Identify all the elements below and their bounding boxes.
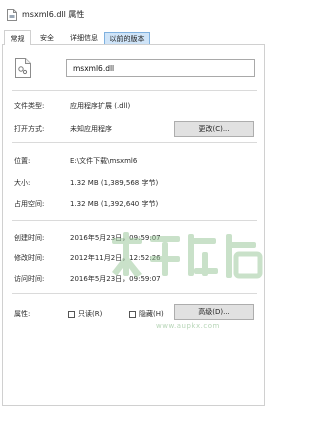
size-on-disk-value: 1.32 MB (1,392,640 字节) <box>70 200 159 208</box>
advanced-button[interactable]: 高级(D)... <box>174 304 254 320</box>
location-value: E:\文件下载\msxml6 <box>70 157 138 165</box>
modified-label: 修改时间: <box>14 254 45 262</box>
hidden-checkbox-box[interactable] <box>129 310 136 318</box>
watermark-site: www.aupkx.com <box>156 322 220 330</box>
size-on-disk-label: 占用空间: <box>14 200 45 208</box>
readonly-checkbox[interactable]: 只读(R) <box>68 309 102 319</box>
file-type-value: 应用程序扩展 (.dll) <box>70 102 131 110</box>
divider <box>12 142 257 143</box>
size-label: 大小: <box>14 179 31 187</box>
hidden-checkbox[interactable]: 隐藏(H) <box>129 309 164 319</box>
watermark-logo <box>112 232 263 279</box>
change-button[interactable]: 更改(C)... <box>174 121 254 137</box>
title-bar[interactable]: msxml6.dll 属性 <box>0 0 271 28</box>
divider <box>12 90 257 91</box>
location-label: 位置: <box>14 157 31 165</box>
opens-with-value: 未知应用程序 <box>70 125 112 133</box>
accessed-label: 访问时间: <box>14 275 45 283</box>
readonly-checkbox-box[interactable] <box>68 310 75 318</box>
file-icon <box>7 9 17 21</box>
hidden-checkbox-label: 隐藏(H) <box>139 310 164 318</box>
dll-file-icon <box>15 58 31 78</box>
general-tab-panel <box>2 44 265 406</box>
file-name-field[interactable] <box>66 59 255 77</box>
size-value: 1.32 MB (1,389,568 字节) <box>70 179 159 187</box>
divider <box>12 220 257 221</box>
tab-strip: 常规 安全 详细信息 以前的版本 <box>0 30 271 45</box>
properties-window: msxml6.dll 属性 常规 安全 详细信息 以前的版本 文件类型: 应用程… <box>0 0 271 423</box>
file-type-label: 文件类型: <box>14 102 45 110</box>
created-label: 创建时间: <box>14 234 45 242</box>
attributes-label: 属性: <box>14 310 31 318</box>
window-title: msxml6.dll 属性 <box>22 10 85 19</box>
readonly-checkbox-label: 只读(R) <box>78 310 103 318</box>
opens-with-label: 打开方式: <box>14 125 45 133</box>
divider <box>12 293 257 294</box>
tab-general[interactable]: 常规 <box>4 30 31 45</box>
